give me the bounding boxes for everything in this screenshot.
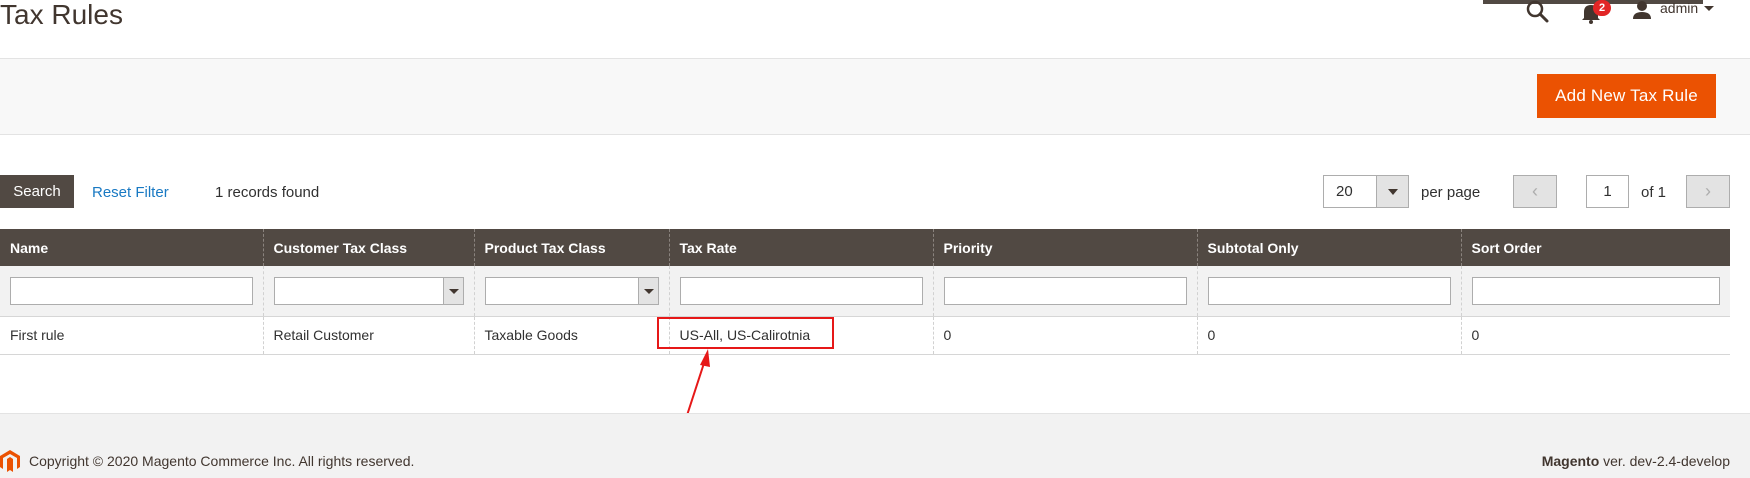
grid-toolbar: Search Reset Filter 1 records found 20 p… [0,175,1750,209]
filter-cell [1460,266,1730,317]
notifications-count-badge: 2 [1593,0,1611,16]
chevron-down-icon [1704,6,1715,11]
page-actions-bar: Add New Tax Rule [0,58,1750,135]
user-name: admin [1660,0,1699,16]
product-tax-class-filter-select[interactable] [484,276,659,305]
next-page-button[interactable]: › [1686,175,1730,208]
search-icon [1526,0,1549,23]
per-page-value: 20 [1336,183,1353,200]
search-button[interactable]: Search [0,175,74,208]
column-header-customer-tax-class[interactable]: Customer Tax Class [262,229,474,266]
filter-cell [0,266,263,317]
column-header-tax-rate[interactable]: Tax Rate [668,229,933,266]
column-header-sort-order[interactable]: Sort Order [1460,229,1730,266]
priority-filter-input[interactable] [943,276,1187,305]
cell-product-tax-class[interactable]: Taxable Goods [473,316,669,355]
filter-cell [262,266,474,317]
page-title: Tax Rules [0,0,123,30]
customer-tax-class-filter-select[interactable] [273,276,464,305]
filter-cell [1196,266,1461,317]
subtotal-only-filter-input[interactable] [1207,276,1451,305]
tax-rate-filter-input[interactable] [679,276,923,305]
global-search-button[interactable] [1525,0,1551,24]
column-header-priority[interactable]: Priority [932,229,1197,266]
column-header-product-tax-class[interactable]: Product Tax Class [473,229,669,266]
version-info: Magento ver. dev-2.4-develop [1542,453,1730,469]
cell-sort-order[interactable]: 0 [1460,316,1730,355]
chevron-down-icon[interactable] [1376,176,1408,207]
reset-filter-link[interactable]: Reset Filter [92,184,169,201]
column-header-name[interactable]: Name [0,229,263,266]
filter-cell [932,266,1197,317]
previous-page-button[interactable]: ‹ [1513,175,1557,208]
page-footer: Copyright © 2020 Magento Commerce Inc. A… [0,413,1750,478]
records-found: 1 records found [215,184,320,201]
page-total: of 1 [1641,184,1667,201]
chevron-down-icon [442,277,463,304]
cell-name[interactable]: First rule [0,316,263,355]
per-page-label: per page [1421,184,1481,201]
cell-customer-tax-class[interactable]: Retail Customer [262,316,474,355]
grid-header-row: Name Customer Tax Class Product Tax Clas… [0,229,1730,266]
cell-subtotal-only[interactable]: 0 [1196,316,1461,355]
chevron-left-icon: ‹ [1532,181,1538,201]
per-page-select[interactable]: 20 [1323,175,1409,208]
cell-priority[interactable]: 0 [932,316,1197,355]
magento-logo-icon [0,450,20,472]
add-new-tax-rule-button[interactable]: Add New Tax Rule [1537,74,1716,118]
table-row[interactable]: First rule Retail Customer Taxable Goods… [0,316,1730,355]
tax-rules-grid: Name Customer Tax Class Product Tax Clas… [0,229,1730,355]
filter-cell [473,266,669,317]
page-number-input[interactable] [1586,175,1629,208]
version-text: ver. dev-2.4-develop [1599,453,1730,469]
copyright-text: Copyright © 2020 Magento Commerce Inc. A… [29,453,415,469]
chevron-right-icon: › [1705,181,1711,201]
chevron-down-icon [637,277,658,304]
column-header-subtotal-only[interactable]: Subtotal Only [1196,229,1461,266]
brand-name: Magento [1541,453,1600,469]
name-filter-input[interactable] [10,276,253,305]
user-account-menu[interactable]: admin [1632,0,1715,22]
filter-cell [668,266,933,317]
filter-row [0,266,1730,317]
user-icon [1633,1,1651,19]
sort-order-filter-input[interactable] [1471,276,1720,305]
